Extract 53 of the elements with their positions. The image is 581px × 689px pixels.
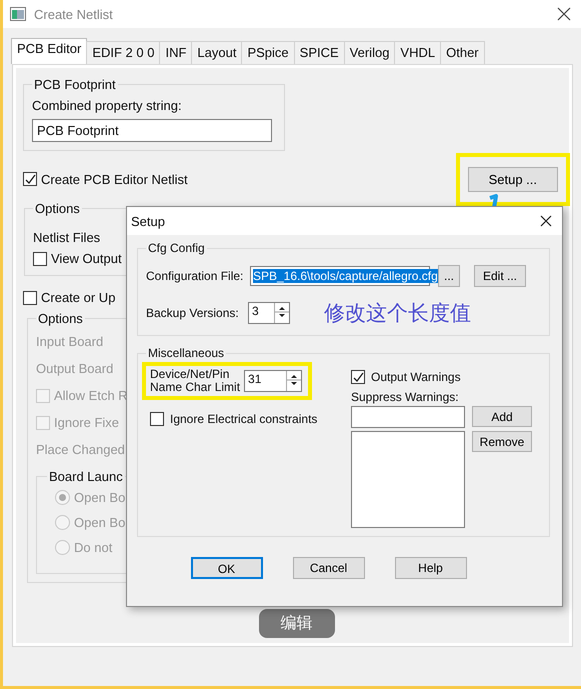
spin-box[interactable]: 3 — [248, 302, 290, 324]
input-field[interactable] — [351, 406, 465, 428]
edit-button[interactable]: Edit ... — [474, 265, 526, 287]
checkbox-label: Create or Up — [41, 290, 116, 305]
radio-label: Open Bo — [74, 515, 126, 530]
close-icon[interactable] — [540, 215, 552, 227]
remove-button[interactable]: Remove — [472, 431, 532, 452]
annotation-text: 修改这个长度值 — [324, 300, 471, 327]
close-icon[interactable] — [557, 7, 571, 21]
edit-badge: 编辑 — [258, 609, 334, 638]
netlist-files-label: Netlist Files — [33, 230, 102, 245]
tab[interactable]: EDIF 2 0 0 — [86, 41, 160, 64]
dialog-button[interactable]: Help — [394, 557, 466, 579]
dialog-button[interactable]: Cancel — [292, 557, 364, 579]
option-label: Place Changed — [36, 442, 125, 457]
group-title: Options — [37, 311, 84, 326]
spin-box[interactable]: 31 — [244, 370, 302, 392]
checkbox-label: Ignore Electrical constraints — [170, 412, 318, 426]
group-title: Cfg Config — [147, 241, 206, 255]
list-box[interactable] — [351, 431, 465, 528]
group-title: PCB Footprint — [33, 77, 117, 92]
checkbox[interactable] — [351, 370, 365, 384]
radio-label: Open Bo — [74, 490, 126, 505]
group-title: Board Launc — [48, 469, 124, 484]
dialog-button[interactable]: OK — [190, 557, 262, 579]
tab[interactable]: PCB Editor — [11, 38, 88, 64]
window-title: Create Netlist — [34, 6, 114, 22]
field-label: Combined property string: — [32, 98, 183, 113]
add-button[interactable]: Add — [472, 406, 532, 427]
checkbox-label: Output Warnings — [371, 370, 461, 384]
group-title: Miscellaneous — [147, 346, 226, 360]
checkbox[interactable] — [150, 412, 164, 426]
tab[interactable]: Other — [440, 41, 485, 64]
field-label: Backup Versions: — [146, 306, 240, 320]
checkbox-label: Create PCB Editor Netlist — [41, 172, 188, 186]
radio-label: Do not — [74, 540, 112, 555]
app-icon — [10, 7, 26, 21]
option-label: Output Board — [36, 361, 114, 376]
field-label: Configuration File: — [146, 269, 244, 283]
group-title: Options — [34, 201, 81, 216]
option-label: Input Board — [36, 334, 104, 349]
checkbox-label: Ignore Fixe — [54, 415, 120, 430]
setup-button[interactable]: Setup ... — [468, 166, 558, 192]
browse-button[interactable]: ... — [438, 265, 460, 287]
checkbox[interactable] — [23, 290, 37, 304]
field-label: Suppress Warnings: — [351, 390, 460, 404]
checkbox-label: View Output — [51, 251, 122, 266]
input-field[interactable]: PCB Footprint — [32, 119, 272, 142]
checkbox[interactable] — [23, 172, 37, 186]
checkbox[interactable] — [33, 252, 47, 266]
dialog-title: Setup — [131, 214, 165, 228]
field-label: Device/Net/Pin — [150, 368, 230, 381]
field-label: Name Char Limit — [150, 381, 240, 394]
